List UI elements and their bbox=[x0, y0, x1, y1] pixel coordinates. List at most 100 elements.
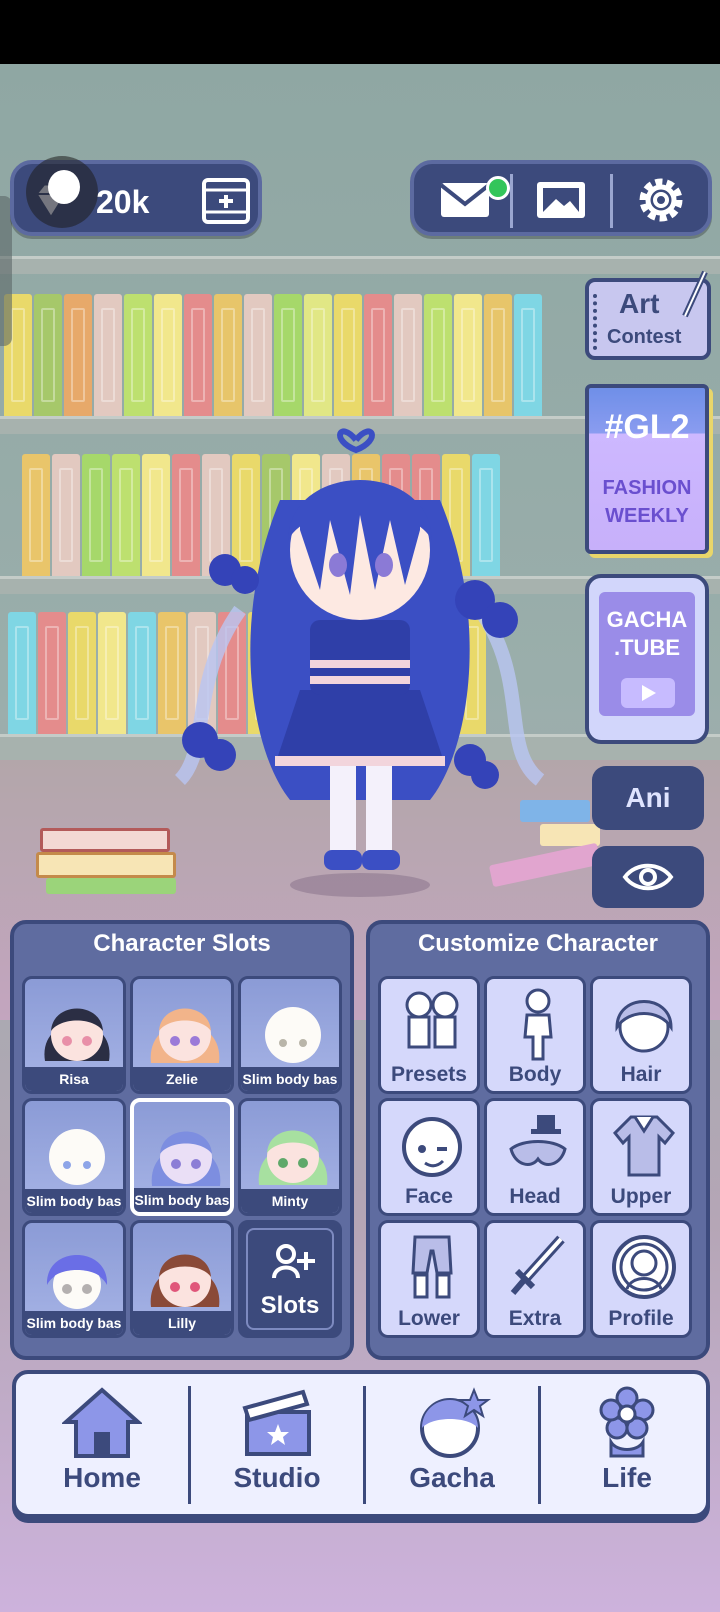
head-label: Head bbox=[509, 1185, 561, 1208]
character-slots-panel: Character Slots Risa Zelie Slim body bas… bbox=[10, 920, 354, 1360]
art-contest-label-2: Contest bbox=[607, 326, 682, 348]
gem-amount: 20k bbox=[96, 184, 150, 220]
character-thumbnail bbox=[46, 1255, 108, 1309]
lower-button[interactable]: Lower bbox=[378, 1220, 480, 1338]
fashion-weekly-button[interactable]: #GL2 FASHION WEEKLY bbox=[585, 384, 709, 554]
book-row bbox=[4, 294, 542, 416]
character-slot[interactable]: Slim body bas bbox=[22, 1220, 126, 1338]
shirt-icon bbox=[612, 1115, 676, 1177]
play-icon bbox=[621, 678, 675, 708]
add-slots-button[interactable]: Slots bbox=[238, 1220, 342, 1338]
bottom-navigation: Home Studio Gacha Life bbox=[12, 1370, 710, 1518]
gacha-tube-screen: GACHA .TUBE bbox=[599, 592, 695, 716]
body-button[interactable]: Body bbox=[484, 976, 586, 1094]
character-thumbnail bbox=[150, 1254, 220, 1307]
character-thumbnail bbox=[265, 1007, 321, 1063]
gallery-button[interactable] bbox=[516, 172, 606, 228]
top-tools bbox=[410, 160, 712, 236]
hair-button[interactable]: Hair bbox=[590, 976, 692, 1094]
slot-name: Zelie bbox=[133, 1067, 231, 1091]
nav-home[interactable]: Home bbox=[16, 1374, 188, 1514]
character-slot-selected[interactable]: Slim body bas bbox=[130, 1098, 234, 1216]
presets-button[interactable]: Presets bbox=[378, 976, 480, 1094]
character-slot[interactable]: Zelie bbox=[130, 976, 234, 1094]
character-slot[interactable]: Slim body bas bbox=[238, 976, 342, 1094]
body-icon bbox=[523, 988, 553, 1061]
slot-name: Lilly bbox=[133, 1311, 231, 1335]
notebook-spiral bbox=[593, 294, 601, 350]
character-slots-title: Character Slots bbox=[93, 930, 271, 957]
divider bbox=[510, 174, 513, 228]
body-label: Body bbox=[508, 1063, 562, 1086]
upper-label: Upper bbox=[610, 1185, 672, 1208]
lower-label: Lower bbox=[398, 1307, 460, 1330]
character-slot[interactable]: Risa bbox=[22, 976, 126, 1094]
hair-icon bbox=[615, 1000, 673, 1053]
nav-studio[interactable]: Studio bbox=[191, 1374, 363, 1514]
book-stack bbox=[46, 878, 176, 894]
profile-icon bbox=[612, 1235, 676, 1299]
nav-life[interactable]: Life bbox=[541, 1374, 713, 1514]
settings-button[interactable] bbox=[616, 172, 706, 228]
head-button[interactable]: Head bbox=[484, 1098, 586, 1216]
fashion-weekly-label: FASHION WEEKLY bbox=[602, 477, 692, 527]
watch-video-icon[interactable] bbox=[200, 176, 252, 226]
toggle-ui-button[interactable] bbox=[592, 846, 704, 908]
book-stack bbox=[40, 828, 170, 852]
pencil-icon bbox=[682, 270, 708, 318]
add-person-icon bbox=[272, 1244, 315, 1279]
ani-button[interactable]: Ani bbox=[592, 766, 704, 830]
character-thumbnail bbox=[44, 1008, 110, 1061]
notification-dot bbox=[486, 176, 510, 200]
gacha-tube-label: GACHA .TUBE bbox=[606, 607, 688, 660]
touch-indicator bbox=[26, 156, 98, 228]
character-thumbnail bbox=[258, 1130, 328, 1185]
nav-gacha-label: Gacha bbox=[409, 1462, 495, 1493]
mail-icon bbox=[439, 183, 491, 217]
character-slot[interactable]: Minty bbox=[238, 1098, 342, 1216]
book-stack bbox=[36, 852, 176, 878]
slot-name: Slim body bas bbox=[241, 1067, 339, 1091]
character-slot[interactable]: Slim body bas bbox=[22, 1098, 126, 1216]
profile-button[interactable]: Profile bbox=[590, 1220, 692, 1338]
slot-name: Slim body bas bbox=[25, 1189, 123, 1213]
head-accessory-icon bbox=[509, 1115, 567, 1166]
hair-label: Hair bbox=[620, 1063, 662, 1086]
character-thumbnail bbox=[49, 1129, 105, 1185]
slot-name: Slim body bas bbox=[134, 1188, 230, 1212]
face-icon bbox=[402, 1117, 462, 1177]
pants-icon bbox=[411, 1235, 453, 1299]
extra-label: Extra bbox=[508, 1307, 562, 1330]
customize-character-panel: Customize Character Presets Body Hair Fa… bbox=[366, 920, 710, 1360]
flower-icon bbox=[599, 1386, 655, 1458]
character-thumbnail bbox=[150, 1008, 220, 1063]
nav-home-label: Home bbox=[63, 1462, 141, 1493]
sword-icon bbox=[510, 1235, 565, 1295]
divider bbox=[610, 174, 613, 228]
nav-life-label: Life bbox=[602, 1462, 652, 1493]
mail-button[interactable] bbox=[420, 172, 510, 228]
gear-icon bbox=[639, 178, 683, 222]
presets-label: Presets bbox=[391, 1063, 467, 1086]
character-slot[interactable]: Lilly bbox=[130, 1220, 234, 1338]
face-label: Face bbox=[405, 1185, 453, 1208]
extra-button[interactable]: Extra bbox=[484, 1220, 586, 1338]
art-contest-button[interactable]: Art Contest bbox=[585, 270, 711, 360]
slot-name: Minty bbox=[241, 1189, 339, 1213]
status-bar bbox=[0, 0, 720, 64]
upper-button[interactable]: Upper bbox=[590, 1098, 692, 1216]
eye-icon bbox=[622, 863, 674, 891]
nav-gacha[interactable]: Gacha bbox=[366, 1374, 538, 1514]
gacha-tube-button[interactable]: GACHA .TUBE bbox=[585, 574, 709, 744]
character-avatar[interactable] bbox=[170, 420, 550, 910]
house-icon bbox=[62, 1387, 142, 1458]
customize-character-title: Customize Character bbox=[417, 930, 659, 957]
image-icon bbox=[537, 182, 585, 218]
gacha-ball-icon bbox=[420, 1387, 491, 1458]
nav-studio-label: Studio bbox=[233, 1462, 321, 1493]
fashion-tag: #GL2 bbox=[604, 408, 690, 446]
face-button[interactable]: Face bbox=[378, 1098, 480, 1216]
slot-name: Slim body bas bbox=[25, 1311, 123, 1335]
character-thumbnail bbox=[151, 1131, 221, 1186]
slot-name: Risa bbox=[25, 1067, 123, 1091]
